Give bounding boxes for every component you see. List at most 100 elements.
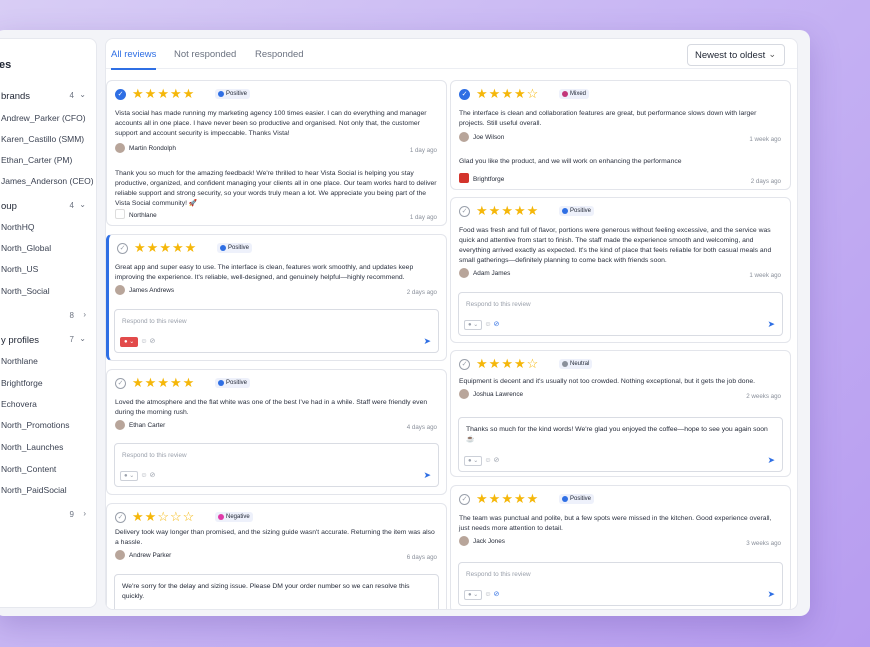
link-icon[interactable]: ⊘ bbox=[149, 471, 155, 479]
reply-toolbar: ● ⌄ ☺ ⊘ bbox=[120, 337, 157, 347]
sidebar-item[interactable]: Andrew_Parker (CFO) bbox=[0, 109, 96, 127]
review-card: The team was punctual and polite, but a … bbox=[450, 485, 791, 609]
sidebar-item[interactable]: Echovera bbox=[0, 395, 96, 413]
emoji-icon[interactable]: ☺ bbox=[484, 591, 491, 598]
review-author: Martin Rondolph bbox=[115, 142, 438, 154]
sentiment-label: Positive bbox=[570, 208, 592, 214]
sidebar-item-label: y profiles bbox=[1, 335, 40, 346]
mark-done-check-icon[interactable]: ✓ bbox=[459, 206, 470, 217]
send-icon[interactable]: ➤ bbox=[423, 336, 431, 347]
review-card: Delivery took way longer than promised, … bbox=[106, 503, 447, 609]
sidebar-item[interactable]: Karen_Castillo (SMM) bbox=[0, 130, 96, 148]
chevron-down-icon[interactable]: ⌄ bbox=[79, 200, 86, 209]
reply-input[interactable]: Respond to this review ● ⌄ ☺ ⊘ ➤ bbox=[458, 562, 783, 606]
sidebar-item[interactable]: North_US bbox=[0, 260, 96, 278]
reply-input[interactable]: Respond to this review ● ⌄ ☺ ⊘ ➤ bbox=[114, 309, 439, 353]
mark-done-check-icon[interactable]: ✓ bbox=[117, 243, 128, 254]
link-icon[interactable]: ⊘ bbox=[493, 320, 499, 328]
sidebar-group-header[interactable]: brands 4 ⌄ bbox=[0, 87, 96, 105]
star-filled-icon: ★ bbox=[132, 509, 145, 524]
sidebar-item[interactable]: North_Global bbox=[0, 239, 96, 257]
emoji-icon[interactable]: ☺ bbox=[484, 321, 491, 328]
sidebar-item[interactable]: North_Content bbox=[0, 460, 96, 478]
reply-value: We're sorry for the delay and sizing iss… bbox=[122, 583, 410, 600]
sentiment-dot-icon bbox=[562, 208, 568, 214]
reply-input[interactable]: Thanks so much for the kind words! We're… bbox=[458, 417, 783, 472]
chevron-right-icon[interactable]: › bbox=[83, 509, 86, 518]
reply-input[interactable]: We're sorry for the delay and sizing iss… bbox=[114, 574, 439, 609]
sort-dropdown[interactable]: Newest to oldest ⌄ bbox=[687, 44, 785, 66]
sidebar-item[interactable]: North_Social bbox=[0, 282, 96, 300]
sidebar-item[interactable]: Ethan_Carter (PM) bbox=[0, 151, 96, 169]
link-icon[interactable]: ⊘ bbox=[493, 456, 499, 464]
ai-reply-button[interactable]: ● ⌄ bbox=[464, 320, 483, 330]
sidebar-item[interactable]: North_PaidSocial bbox=[0, 481, 96, 499]
sidebar-item-label: North_Launches bbox=[1, 442, 64, 452]
link-icon[interactable]: ⊘ bbox=[493, 590, 499, 598]
reviews-panel: All reviews Not responded Responded Newe… bbox=[105, 38, 798, 610]
ai-reply-button[interactable]: ● ⌄ bbox=[464, 590, 483, 600]
sidebar-group-header[interactable]: 9 › bbox=[0, 506, 96, 524]
sentiment-label: Positive bbox=[226, 380, 248, 386]
star-filled-icon: ★ bbox=[488, 86, 502, 101]
mark-done-check-icon[interactable]: ✓ bbox=[459, 494, 470, 505]
mark-done-check-icon[interactable]: ✓ bbox=[115, 89, 126, 100]
reply-placeholder: Respond to this review bbox=[466, 571, 531, 578]
send-icon[interactable]: ➤ bbox=[423, 470, 431, 481]
sidebar-group-header[interactable]: 8 › bbox=[0, 307, 96, 325]
reply-input[interactable]: Respond to this review ● ⌄ ☺ ⊘ ➤ bbox=[458, 292, 783, 336]
star-filled-icon: ★ bbox=[159, 240, 172, 255]
sentiment-dot-icon bbox=[218, 380, 224, 386]
sidebar-item[interactable]: Brightforge bbox=[0, 374, 96, 392]
ai-reply-button[interactable]: ● ⌄ bbox=[120, 337, 139, 347]
ai-reply-button[interactable]: ● ⌄ bbox=[120, 471, 139, 481]
sidebar-item[interactable]: North_Launches bbox=[0, 438, 96, 456]
emoji-icon[interactable]: ☺ bbox=[140, 338, 147, 345]
review-time: 3 weeks ago bbox=[746, 540, 781, 547]
ai-reply-button[interactable]: ● ⌄ bbox=[464, 456, 483, 466]
sidebar-item[interactable]: Northlane bbox=[0, 352, 96, 370]
avatar bbox=[115, 550, 125, 560]
sidebar-item[interactable]: James_Anderson (CEO) bbox=[0, 172, 96, 190]
reply-text: Thank you so much for the amazing feedba… bbox=[115, 170, 437, 207]
star-filled-icon: ★ bbox=[526, 203, 540, 218]
tab-not-responded[interactable]: Not responded bbox=[174, 49, 236, 60]
sidebar-item[interactable]: NorthHQ bbox=[0, 218, 96, 236]
avatar bbox=[115, 285, 125, 295]
sidebar-group-header[interactable]: y profiles 7 ⌄ bbox=[0, 331, 96, 349]
northlane-logo-icon bbox=[115, 209, 125, 219]
sidebar-item-label: Northlane bbox=[1, 356, 38, 366]
sentiment-badge: Positive bbox=[559, 494, 595, 504]
sidebar-group-header[interactable]: oup 4 ⌄ bbox=[0, 197, 96, 215]
link-icon[interactable]: ⊘ bbox=[149, 337, 155, 345]
tab-all-reviews[interactable]: All reviews bbox=[111, 49, 157, 70]
send-icon[interactable]: ➤ bbox=[767, 319, 775, 330]
mark-done-check-icon[interactable]: ✓ bbox=[115, 512, 126, 523]
author-name: Jack Jones bbox=[473, 538, 505, 545]
chevron-down-icon[interactable]: ⌄ bbox=[79, 334, 86, 343]
review-text: Great app and super easy to use. The int… bbox=[115, 264, 414, 281]
reply-placeholder: Respond to this review bbox=[466, 301, 531, 308]
mark-done-check-icon[interactable]: ✓ bbox=[459, 359, 470, 370]
sidebar-item[interactable]: North_Promotions bbox=[0, 416, 96, 434]
reply-author-name: Northlane bbox=[129, 212, 157, 219]
emoji-icon[interactable]: ☺ bbox=[484, 457, 491, 464]
mark-done-check-icon[interactable]: ✓ bbox=[459, 89, 470, 100]
chevron-right-icon[interactable]: › bbox=[83, 310, 86, 319]
chevron-down-icon[interactable]: ⌄ bbox=[79, 90, 86, 99]
star-empty-icon: ☆ bbox=[157, 509, 170, 524]
reply-input[interactable]: Respond to this review ● ⌄ ☺ ⊘ ➤ bbox=[114, 443, 439, 487]
review-card: Vista social has made running my marketi… bbox=[106, 80, 447, 226]
reply-value: Thanks so much for the kind words! We're… bbox=[466, 426, 768, 443]
tab-responded[interactable]: Responded bbox=[255, 49, 304, 60]
avatar bbox=[115, 420, 125, 430]
sidebar-item-label: NorthHQ bbox=[1, 222, 35, 232]
reply-time: 2 days ago bbox=[750, 178, 781, 185]
sidebar-title: es bbox=[0, 59, 12, 71]
sidebar-item-label: Andrew_Parker (CFO) bbox=[1, 113, 86, 123]
emoji-icon[interactable]: ☺ bbox=[140, 472, 147, 479]
send-icon[interactable]: ➤ bbox=[767, 455, 775, 466]
send-icon[interactable]: ➤ bbox=[767, 589, 775, 600]
review-time: 1 week ago bbox=[749, 136, 781, 143]
mark-done-check-icon[interactable]: ✓ bbox=[115, 378, 126, 389]
